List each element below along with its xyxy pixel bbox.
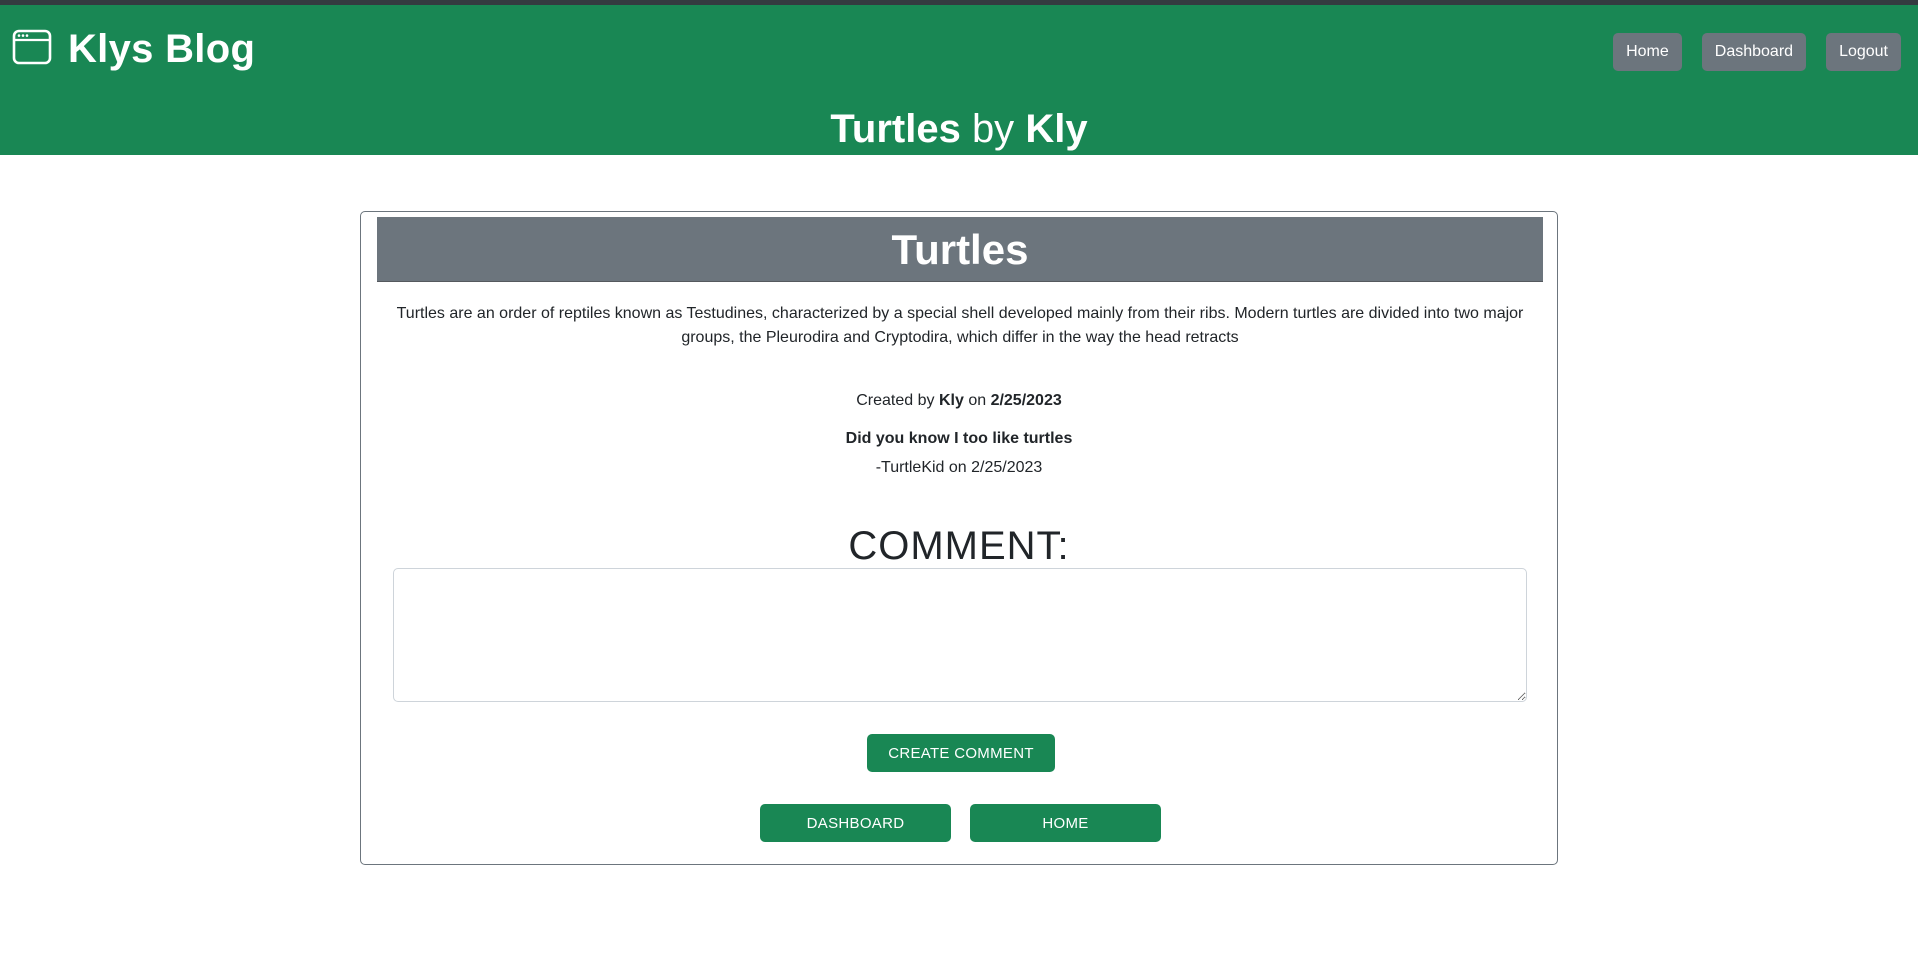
post-meta-on: on bbox=[968, 392, 987, 409]
create-comment-button[interactable]: CREATE COMMENT bbox=[867, 734, 1055, 772]
brand[interactable]: Klys Blog bbox=[12, 25, 255, 73]
post-title: Turtles bbox=[377, 217, 1543, 282]
nav-logout-button[interactable]: Logout bbox=[1826, 33, 1901, 71]
comment-text: Did you know I too like turtles bbox=[845, 430, 1073, 447]
post-card: Turtles Turtles are an order of reptiles… bbox=[360, 211, 1558, 865]
post-date: 2/25/2023 bbox=[990, 392, 1062, 409]
site-header: Klys Blog Home Dashboard Logout Turtles … bbox=[0, 5, 1918, 155]
top-nav: Home Dashboard Logout bbox=[1613, 33, 1901, 71]
nav-dashboard-button[interactable]: Dashboard bbox=[1701, 33, 1807, 71]
brand-title: Klys Blog bbox=[68, 27, 256, 71]
page-title-post: Turtles bbox=[830, 107, 961, 151]
nav-home-button[interactable]: Home bbox=[1613, 33, 1682, 71]
dashboard-button[interactable]: DASHBOARD bbox=[760, 804, 951, 842]
page-title-by: by bbox=[971, 107, 1015, 151]
post-meta-prefix: Created by bbox=[856, 392, 935, 409]
comment-heading: COMMENT: bbox=[848, 524, 1070, 568]
page-title-author: Kly bbox=[1025, 107, 1088, 151]
home-button[interactable]: HOME bbox=[970, 804, 1161, 842]
post-body: Turtles are an order of reptiles known a… bbox=[396, 305, 1524, 346]
post-meta: Created by Kly on 2/25/2023 bbox=[361, 392, 1557, 410]
page-title: Turtles by Kly bbox=[0, 105, 1918, 153]
comment-byline: -TurtleKid on 2/25/2023 bbox=[875, 459, 1043, 476]
post-author: Kly bbox=[938, 392, 964, 409]
comment-textarea[interactable] bbox=[393, 568, 1527, 702]
browser-window-icon bbox=[12, 29, 68, 70]
